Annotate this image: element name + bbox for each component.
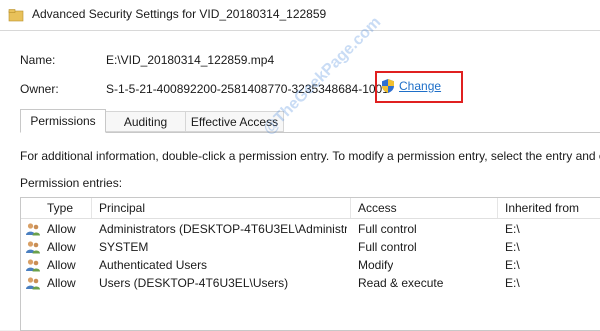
column-divider[interactable]: [91, 198, 92, 218]
users-icon: [26, 223, 40, 236]
owner-value: S-1-5-21-400892200-2581408770-3235348684…: [106, 82, 389, 96]
cell-inherited-from: E:\: [505, 276, 520, 290]
cell-type: Allow: [47, 240, 76, 254]
column-header-principal[interactable]: Principal: [99, 201, 145, 215]
column-header-access[interactable]: Access: [358, 201, 397, 215]
cell-principal: Authenticated Users: [99, 258, 208, 272]
tab-effective-access-label: Effective Access: [190, 115, 279, 129]
cell-inherited-from: E:\: [505, 222, 520, 236]
column-header-type[interactable]: Type: [47, 201, 73, 215]
table-header: Type Principal Access Inherited from: [21, 198, 600, 219]
column-header-inherited-from[interactable]: Inherited from: [505, 201, 579, 215]
window-title: Advanced Security Settings for VID_20180…: [32, 7, 327, 21]
users-icon: [26, 277, 40, 290]
table-row[interactable]: Allow Authenticated Users Modify E:\: [21, 256, 600, 274]
dialog-content: Name: E:\VID_20180314_122859.mp4 Owner: …: [0, 14, 600, 331]
table-row[interactable]: Allow Users (DESKTOP-4T6U3EL\Users) Read…: [21, 274, 600, 292]
tab-auditing[interactable]: Auditing: [106, 111, 186, 132]
change-link-label[interactable]: Change: [399, 79, 441, 93]
cell-type: Allow: [47, 258, 76, 272]
info-text: For additional information, double-click…: [20, 149, 600, 163]
column-divider[interactable]: [497, 198, 498, 218]
name-value: E:\VID_20180314_122859.mp4: [106, 53, 275, 67]
uac-shield-icon: [382, 79, 394, 93]
permissions-panel: For additional information, double-click…: [20, 132, 600, 331]
cell-principal: Users (DESKTOP-4T6U3EL\Users): [99, 276, 289, 290]
title-bar: Advanced Security Settings for VID_20180…: [0, 0, 600, 31]
cell-inherited-from: E:\: [505, 240, 520, 254]
cell-principal: Administrators (DESKTOP-4T6U3EL\Administ…: [99, 222, 347, 236]
cell-access: Full control: [358, 222, 417, 236]
cell-type: Allow: [47, 276, 76, 290]
users-icon: [26, 241, 40, 254]
change-owner-link[interactable]: Change: [380, 78, 441, 94]
cell-access: Full control: [358, 240, 417, 254]
cell-type: Allow: [47, 222, 76, 236]
permission-entries-label: Permission entries:: [20, 176, 123, 190]
tab-effective-access[interactable]: Effective Access: [186, 111, 284, 132]
folder-icon: [8, 9, 24, 22]
table-row[interactable]: Allow Administrators (DESKTOP-4T6U3EL\Ad…: [21, 220, 600, 238]
cell-access: Read & execute: [358, 276, 444, 290]
cell-access: Modify: [358, 258, 394, 272]
owner-label: Owner:: [20, 82, 59, 96]
column-divider[interactable]: [350, 198, 351, 218]
permission-entries-table: Type Principal Access Inherited from All…: [20, 197, 600, 331]
cell-principal: SYSTEM: [99, 240, 149, 254]
tab-auditing-label: Auditing: [123, 115, 168, 129]
name-label: Name:: [20, 53, 56, 67]
tab-permissions-label: Permissions: [30, 114, 96, 128]
table-row[interactable]: Allow SYSTEM Full control E:\: [21, 238, 600, 256]
users-icon: [26, 259, 40, 272]
tab-permissions[interactable]: Permissions: [20, 109, 106, 133]
cell-inherited-from: E:\: [505, 258, 520, 272]
